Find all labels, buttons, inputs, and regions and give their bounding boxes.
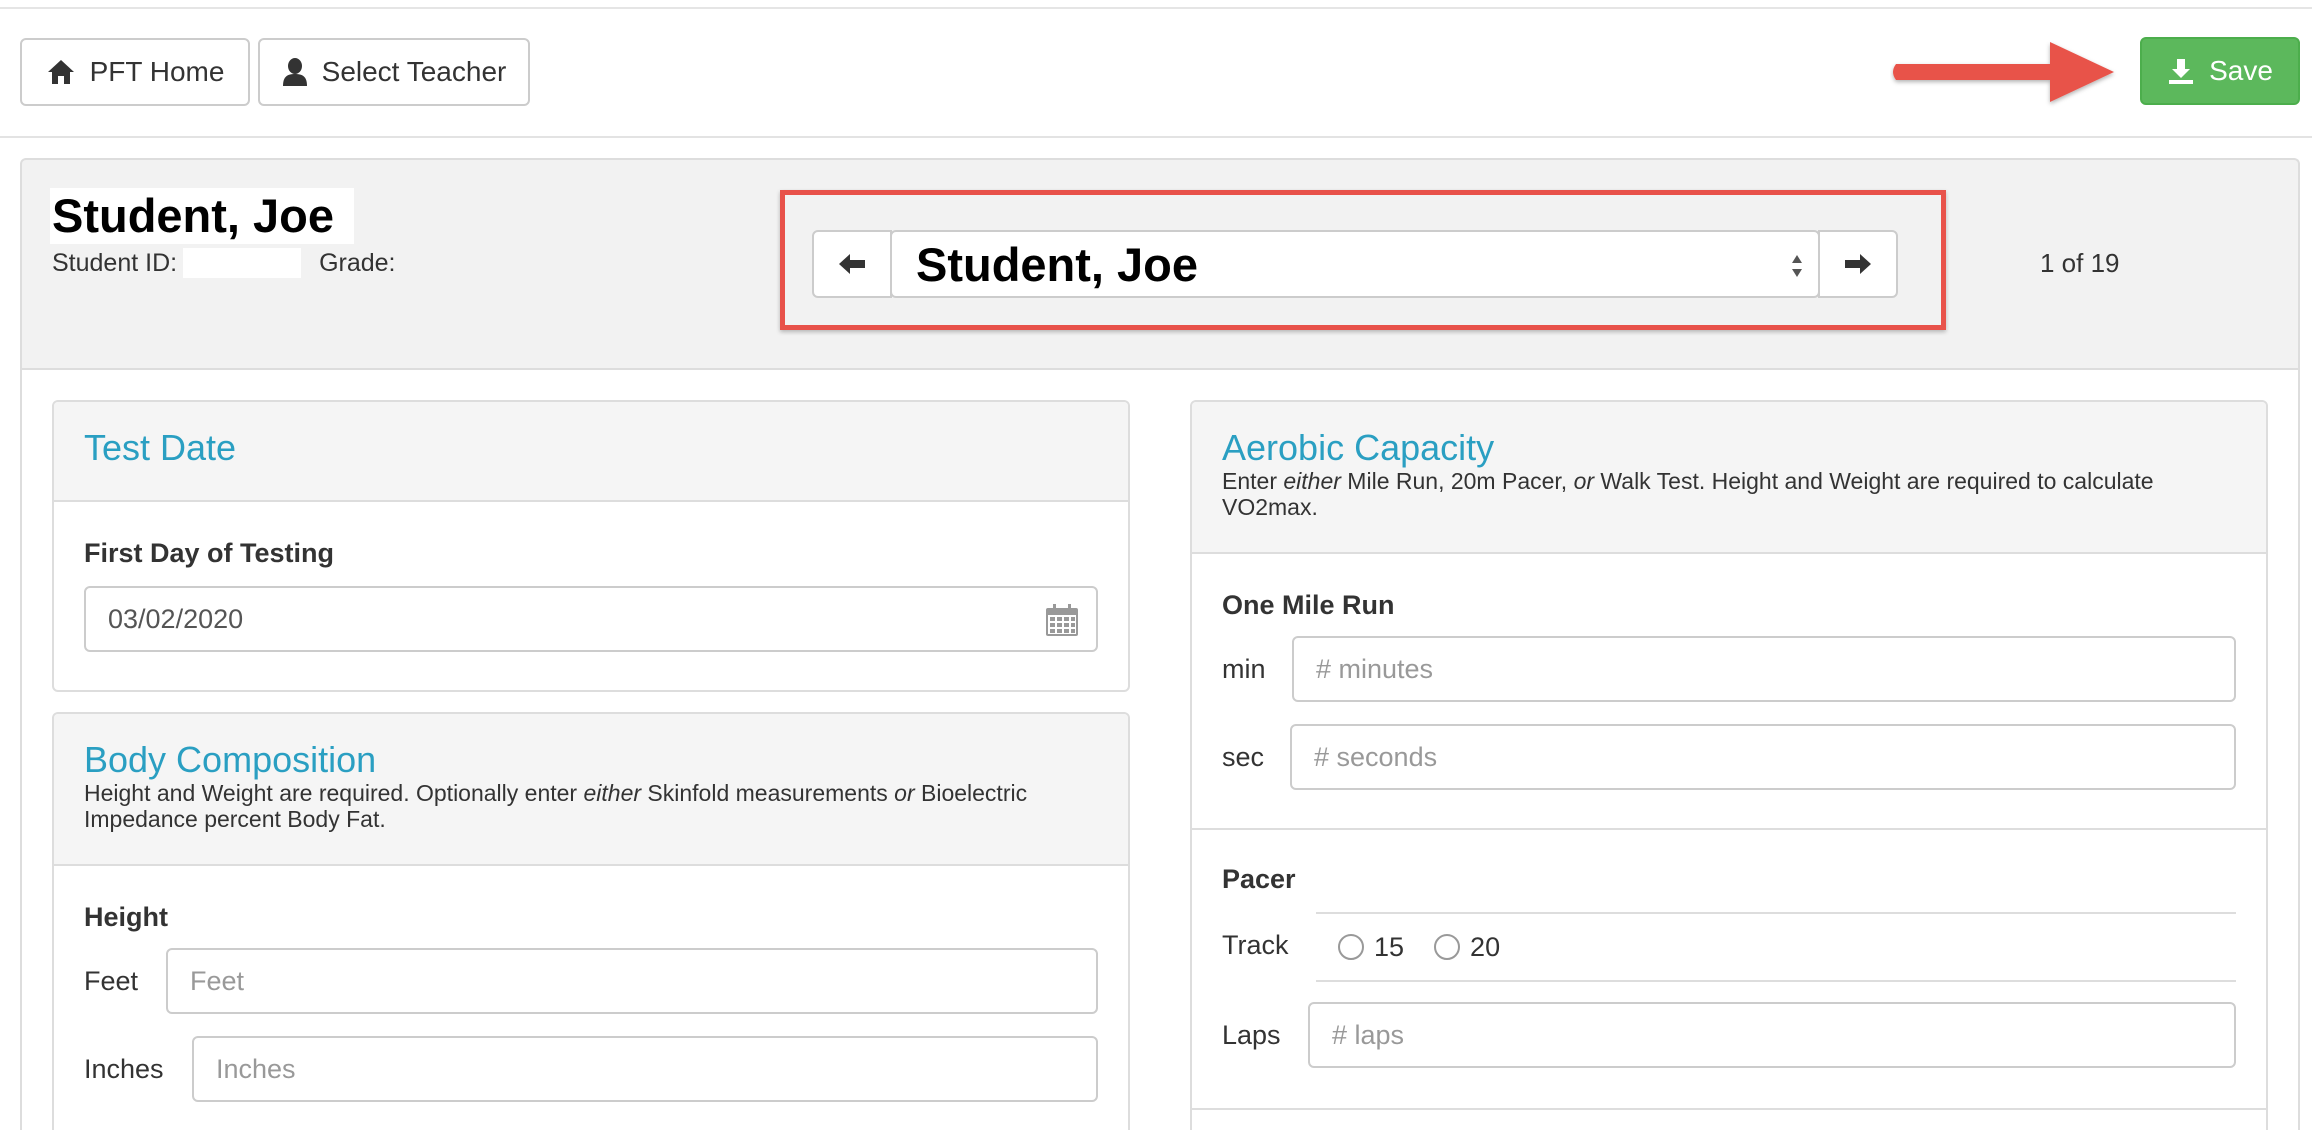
save-button[interactable]: Save <box>2140 37 2300 105</box>
desc-emphasis: or <box>894 780 915 806</box>
test-date-card: Test Date First Day of Testing <box>52 400 1130 692</box>
track-20-label: 20 <box>1470 931 1501 962</box>
inches-label: Inches <box>84 1054 164 1084</box>
student-header: Student, Joe Student ID: Grade: Student,… <box>20 158 2300 370</box>
height-label: Height <box>84 902 168 932</box>
annotation-arrow <box>1893 42 2114 102</box>
aerobic-capacity-card: Aerobic Capacity Enter either Mile Run, … <box>1190 400 2268 1130</box>
one-mile-run-label: One Mile Run <box>1222 590 1395 620</box>
student-id-label: Student ID: <box>52 248 178 277</box>
test-date-input[interactable] <box>84 586 1098 652</box>
track-20-radio[interactable] <box>1434 934 1461 960</box>
body-composition-body: Height Feet Inches <box>54 866 1128 1130</box>
desc-text: Height and Weight are required. Optional… <box>84 780 584 806</box>
body-composition-title: Body Composition <box>84 739 377 780</box>
test-date-header: Test Date <box>54 402 1128 502</box>
student-name-heading: Student, Joe <box>50 188 355 244</box>
track-label: Track <box>1222 930 1289 960</box>
pft-home-label: PFT Home <box>89 56 225 87</box>
save-label: Save <box>2209 55 2273 86</box>
user-icon <box>282 58 307 86</box>
sec-label: sec <box>1222 742 1265 772</box>
toolbar: PFT Home Select Teacher Save <box>0 0 2312 138</box>
student-id-value <box>183 248 302 278</box>
calendar-icon[interactable] <box>1044 602 1080 638</box>
aerobic-capacity-description: Enter either Mile Run, 20m Pacer, or Wal… <box>1222 468 2236 520</box>
feet-label: Feet <box>84 966 139 996</box>
pft-home-button[interactable]: PFT Home <box>20 38 250 106</box>
pacer-label: Pacer <box>1222 864 1296 894</box>
aerobic-capacity-title: Aerobic Capacity <box>1222 427 1495 468</box>
desc-text: Mile Run, 20m Pacer, <box>1340 468 1574 494</box>
track-radio-group: 15 20 <box>1316 912 2236 982</box>
select-caret-icon <box>1792 255 1802 277</box>
body-composition-header: Body Composition Height and Weight are r… <box>54 714 1128 866</box>
student-select-value: Student, Joe <box>916 237 1199 291</box>
select-teacher-button[interactable]: Select Teacher <box>258 38 530 106</box>
test-date-body: First Day of Testing <box>54 502 1128 690</box>
track-15-radio[interactable] <box>1338 934 1364 960</box>
min-label: min <box>1222 654 1266 684</box>
minutes-input[interactable] <box>1292 636 2236 702</box>
previous-student-button[interactable] <box>812 230 892 298</box>
next-student-button[interactable] <box>1818 230 1898 298</box>
student-counter: 1 of 19 <box>2040 248 2120 278</box>
aerobic-capacity-header: Aerobic Capacity Enter either Mile Run, … <box>1192 402 2266 554</box>
desc-emphasis: either <box>1283 468 1341 494</box>
feet-input[interactable] <box>166 948 1098 1014</box>
desc-text: Enter <box>1222 468 1284 494</box>
body-composition-card: Body Composition Height and Weight are r… <box>52 712 1130 1130</box>
student-meta: Student ID: Grade: <box>52 248 396 278</box>
laps-label: Laps <box>1222 1020 1281 1050</box>
grade-label: Grade: <box>319 248 396 277</box>
seconds-input[interactable] <box>1290 724 2236 790</box>
first-day-label: First Day of Testing <box>84 538 335 568</box>
home-icon <box>47 60 74 84</box>
arrow-right-icon <box>1845 254 1871 274</box>
download-icon <box>2169 59 2194 84</box>
one-mile-run-section: One Mile Run min sec <box>1192 554 2266 830</box>
track-15-label: 15 <box>1374 931 1405 962</box>
desc-text: Skinfold measurements <box>641 780 895 806</box>
desc-emphasis: or <box>1573 468 1595 494</box>
test-date-title: Test Date <box>84 427 237 468</box>
pacer-section: Pacer Track 15 20 Laps <box>1192 830 2266 1110</box>
laps-input[interactable] <box>1308 1002 2236 1068</box>
desc-emphasis: either <box>583 780 642 806</box>
inches-input[interactable] <box>192 1036 1098 1102</box>
arrow-left-icon <box>839 254 865 274</box>
body-composition-description: Height and Weight are required. Optional… <box>84 780 1098 832</box>
select-teacher-label: Select Teacher <box>321 56 507 87</box>
student-select[interactable]: Student, Joe <box>890 230 1820 298</box>
